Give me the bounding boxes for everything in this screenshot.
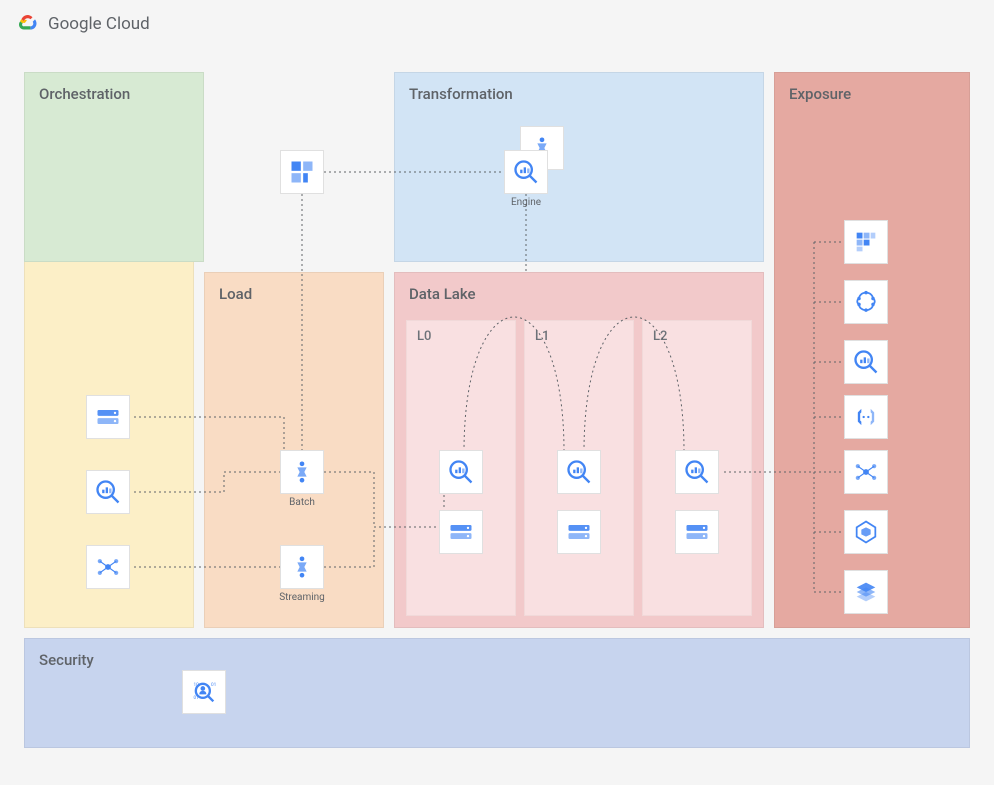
zone-exposure-title: Exposure	[789, 85, 851, 103]
landing-pubsub-icon	[86, 545, 130, 589]
l1-storage-icon	[557, 510, 601, 554]
exposure-pubsub-icon	[844, 450, 888, 494]
l2-storage-icon	[675, 510, 719, 554]
svg-text:10: 10	[194, 682, 200, 688]
transformation-engine-label: Engine	[511, 197, 541, 208]
landing-bigquery-icon	[86, 470, 130, 514]
load-streaming-dataflow-icon: Streaming	[280, 545, 324, 589]
subzone-l1-title: L1	[535, 329, 549, 344]
load-streaming-label: Streaming	[279, 592, 325, 603]
exposure-kubernetes-icon	[844, 510, 888, 554]
zone-security-title: Security	[39, 651, 94, 669]
zone-security: Security	[24, 638, 970, 748]
exposure-analytics-hub-icon	[844, 570, 888, 614]
l1-bigquery-icon	[557, 450, 601, 494]
zone-orchestration: Orchestration	[24, 72, 204, 262]
l0-storage-icon	[439, 510, 483, 554]
exposure-functions-icon	[844, 395, 888, 439]
subzone-l2-title: L2	[653, 329, 667, 344]
zone-orchestration-title: Orchestration	[39, 85, 130, 103]
zone-transformation: Transformation	[394, 72, 764, 262]
zone-datalake-title: Data Lake	[409, 285, 476, 303]
load-batch-label: Batch	[289, 497, 315, 508]
load-batch-dataflow-icon: Batch	[280, 450, 324, 494]
security-dlp-icon: 10 01 01	[182, 670, 226, 714]
brand-text: Google Cloud	[48, 14, 150, 34]
exposure-bigquery-icon	[844, 340, 888, 384]
google-cloud-logo-icon	[16, 12, 40, 36]
l0-bigquery-icon	[439, 450, 483, 494]
orchestration-composer-icon	[280, 150, 324, 194]
exposure-looker-icon	[844, 220, 888, 264]
subzone-l0-title: L0	[417, 329, 431, 344]
diagram-canvas: Landing Orchestration Load Transformatio…	[24, 72, 970, 772]
landing-storage-icon	[86, 395, 130, 439]
header: Google Cloud	[0, 0, 994, 48]
transformation-bigquery-icon: Engine	[504, 150, 548, 194]
svg-text:01: 01	[211, 682, 216, 688]
zone-load-title: Load	[219, 285, 252, 303]
svg-text:01: 01	[194, 695, 199, 701]
l2-bigquery-icon	[675, 450, 719, 494]
zone-transformation-title: Transformation	[409, 85, 513, 103]
exposure-vertexai-icon	[844, 280, 888, 324]
